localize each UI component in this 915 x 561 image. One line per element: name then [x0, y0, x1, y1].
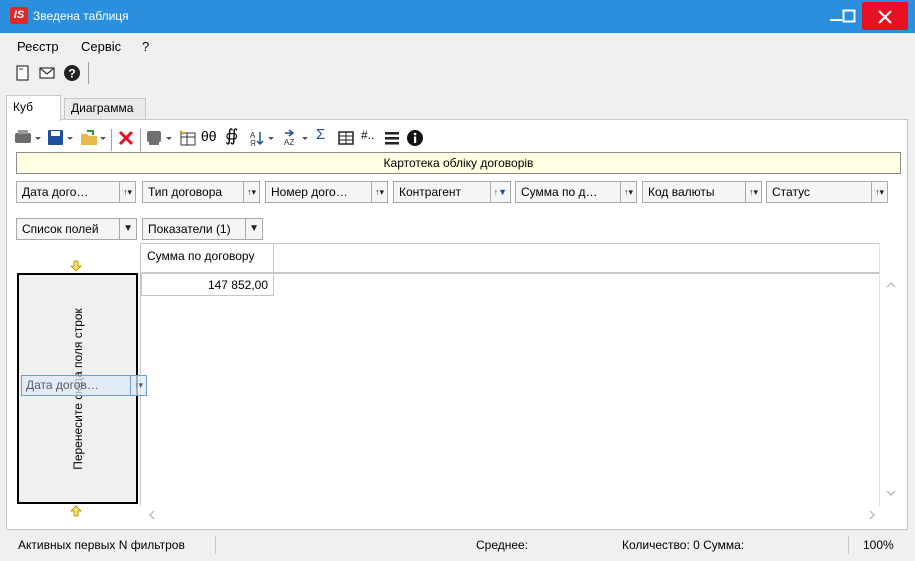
grid-cell-value[interactable]: 147 852,00: [141, 274, 274, 296]
status-average: Среднее:: [476, 538, 529, 552]
scroll-down-icon[interactable]: [880, 483, 902, 503]
field-label: Статус: [772, 185, 810, 199]
chevron-down-icon[interactable]: ▼: [245, 219, 262, 239]
field-counterparty[interactable]: Контрагент ↑▼: [393, 181, 511, 203]
field-label: Тип договора: [148, 185, 223, 199]
mail-icon[interactable]: [38, 64, 56, 82]
link-icon[interactable]: ∯: [225, 126, 238, 146]
status-count-sum: Количество: 0 Сумма:: [622, 538, 745, 552]
pivot-toolbar: θθ ∯ AЯ AZ Σ #..: [13, 125, 903, 151]
sort-filter-button[interactable]: ↑▾: [370, 182, 387, 202]
sort-filter-button[interactable]: ↑▾: [118, 182, 135, 202]
svg-text:Я: Я: [250, 139, 256, 147]
infinity-icon[interactable]: θθ: [201, 128, 217, 144]
horizontal-scrollbar[interactable]: [140, 506, 901, 524]
title-bar: IS Зведена таблиця: [0, 0, 915, 33]
menu-service[interactable]: Сервіс: [81, 39, 121, 54]
menu-help[interactable]: ?: [142, 39, 149, 54]
tab-diagram[interactable]: Диаграмма: [64, 98, 146, 119]
field-label: Дата дого…: [22, 185, 89, 199]
maximize-icon: [842, 9, 856, 23]
status-divider: [215, 536, 216, 554]
toolbar-divider: [88, 62, 89, 84]
field-label: Код валюты: [648, 185, 715, 199]
app-logo-icon: IS: [10, 7, 28, 24]
list-icon[interactable]: [383, 129, 401, 147]
sort-filter-button[interactable]: ↑▾: [619, 182, 636, 202]
open-folder-icon[interactable]: [79, 129, 109, 147]
field-list-dropdown[interactable]: Список полей ▼: [16, 218, 137, 240]
document-icon[interactable]: [14, 64, 32, 82]
grid-body: 147 852,00: [140, 274, 880, 506]
field-status[interactable]: Статус ↑▾: [766, 181, 888, 203]
status-zoom: 100%: [863, 538, 894, 552]
pivot-panel: θθ ∯ AЯ AZ Σ #.. Картотека обліку догово…: [6, 119, 908, 530]
cube-title: Картотека обліку договорів: [16, 152, 901, 174]
field-list-label: Список полей: [22, 222, 99, 236]
dragged-field[interactable]: Дата догов… ↑▾: [21, 375, 147, 396]
sort-asc-icon[interactable]: AЯ: [249, 129, 279, 147]
close-button[interactable]: [862, 2, 908, 30]
chevron-down-icon[interactable]: ▼: [119, 219, 136, 239]
field-label: Сумма по д…: [521, 185, 598, 199]
drop-arrow-up-icon: [70, 505, 82, 517]
drop-arrow-down-icon: [70, 260, 82, 272]
status-active-filters: Активных первых N фильтров: [18, 538, 185, 552]
grid-icon[interactable]: [337, 129, 355, 147]
field-contract-amount[interactable]: Сумма по д… ↑▾: [515, 181, 637, 203]
field-contract-type[interactable]: Тип договора ↑▾: [142, 181, 260, 203]
svg-text:AZ: AZ: [284, 138, 294, 147]
help-icon[interactable]: ?: [63, 64, 81, 82]
sort-filter-button[interactable]: ↑▾: [744, 182, 761, 202]
indicators-dropdown[interactable]: Показатели (1) ▼: [142, 218, 263, 240]
grid-header: Сумма по договору: [140, 243, 880, 274]
field-contract-number[interactable]: Номер дого… ↑▾: [265, 181, 388, 203]
menu-bar: Реєстр Сервіс ?: [0, 33, 915, 57]
scroll-left-icon[interactable]: [142, 506, 162, 524]
field-currency-code[interactable]: Код валюты ↑▾: [642, 181, 762, 203]
toolbar-divider: [111, 129, 112, 151]
menu-registry[interactable]: Реєстр: [17, 39, 59, 54]
info-icon[interactable]: [406, 129, 424, 147]
main-toolbar: ?: [0, 58, 915, 88]
svg-text:?: ?: [68, 67, 75, 81]
field-label: Номер дого…: [271, 185, 348, 199]
delete-icon[interactable]: [117, 129, 135, 147]
vertical-scrollbar[interactable]: [879, 243, 901, 506]
color-icon[interactable]: [145, 129, 175, 147]
scroll-right-icon[interactable]: [862, 506, 882, 524]
tab-cube[interactable]: Куб: [6, 95, 61, 121]
sort-filter-button[interactable]: ↑▾: [870, 182, 887, 202]
close-icon: [878, 10, 892, 24]
dragged-field-label: Дата догов…: [26, 378, 99, 392]
save-icon[interactable]: [46, 129, 76, 147]
print-icon[interactable]: [13, 129, 43, 147]
sort-filter-button[interactable]: ↑▼: [489, 182, 510, 202]
sort-filter-button[interactable]: ↑▾: [242, 182, 259, 202]
toolbar-divider: [140, 129, 141, 151]
sort-filter-button: ↑▾: [129, 376, 146, 395]
window-title: Зведена таблиця: [33, 9, 129, 23]
column-header[interactable]: Сумма по договору: [141, 244, 274, 273]
status-divider: [848, 536, 849, 554]
status-bar: Активных первых N фильтров Среднее: Коли…: [0, 530, 915, 561]
sort-desc-icon[interactable]: AZ: [283, 129, 313, 147]
number-format-icon[interactable]: #..: [361, 128, 374, 142]
sum-icon[interactable]: Σ: [316, 126, 325, 143]
maximize-button[interactable]: [832, 0, 866, 33]
indicators-label: Показатели (1): [148, 222, 231, 236]
table-settings-icon[interactable]: [178, 129, 198, 147]
field-label: Контрагент: [399, 185, 462, 199]
scroll-up-icon[interactable]: [880, 275, 902, 295]
field-contract-date[interactable]: Дата дого… ↑▾: [16, 181, 136, 203]
